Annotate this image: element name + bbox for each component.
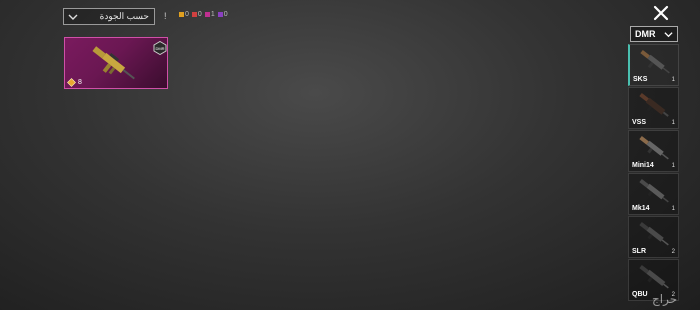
weapon-list-item[interactable]: Mk14 1: [628, 173, 679, 215]
weapon-count: 1: [671, 120, 675, 126]
dmr-rifle-icon: [639, 92, 669, 117]
close-icon[interactable]: [652, 4, 670, 22]
info-mark: !: [164, 11, 167, 21]
weapon-name: SLR: [632, 248, 646, 255]
weapon-count: 1: [671, 163, 675, 169]
weapon-count: 1: [671, 206, 675, 212]
category-dropdown[interactable]: DMR: [630, 26, 678, 42]
sort-dropdown[interactable]: حسب الجودة: [63, 8, 155, 25]
weapon-count: 1: [671, 77, 675, 83]
watermark: حراج: [652, 292, 678, 306]
weapon-list-item[interactable]: SKS 1: [628, 44, 679, 86]
dmr-rifle-icon: [639, 221, 669, 246]
badge-label: DMR: [155, 46, 164, 51]
weapon-skin-card[interactable]: DMR 8: [64, 37, 168, 89]
tier-value: 8: [78, 79, 82, 86]
rarity-count: 1: [210, 11, 215, 18]
weapon-list-item[interactable]: SLR 2: [628, 216, 679, 258]
weapon-count: 2: [671, 249, 675, 255]
weapon-name: QBU: [632, 291, 648, 298]
weapon-list: SKS 1 VSS 1 Mini14 1 Mk14 1 SLR 2 QBU 2: [628, 44, 679, 302]
chevron-down-icon: [664, 31, 673, 37]
diamond-icon: [67, 78, 76, 87]
category-label: DMR: [635, 29, 656, 39]
rarity-swatch: [191, 12, 197, 17]
sort-label: حسب الجودة: [99, 11, 149, 21]
rifle-icon: [92, 46, 135, 80]
dmr-rifle-icon: [639, 135, 669, 160]
rarity-counter: 0: [217, 11, 228, 18]
rarity-swatch: [217, 12, 223, 17]
weapon-list-item[interactable]: Mini14 1: [628, 130, 679, 172]
weapon-class-badge-icon: DMR: [153, 41, 167, 55]
rarity-swatch: [179, 12, 184, 17]
dmr-rifle-icon: [639, 264, 669, 289]
weapon-name: Mini14: [632, 162, 654, 169]
tier-indicator: 8: [67, 78, 82, 87]
rarity-counter: 1: [204, 11, 215, 18]
rarity-counter: 0: [179, 11, 189, 18]
weapon-name: Mk14: [632, 205, 650, 212]
rarity-count: 0: [185, 11, 189, 18]
dmr-rifle-icon: [639, 178, 669, 203]
weapon-name: SKS: [633, 76, 648, 83]
rarity-counters: 0 0 1 0: [179, 11, 228, 18]
chevron-down-icon: [68, 14, 78, 20]
weapon-name: VSS: [632, 119, 647, 126]
rarity-counter: 0: [191, 11, 202, 18]
dmr-rifle-icon: [640, 49, 670, 74]
rarity-count: 0: [197, 11, 202, 18]
weapon-list-item[interactable]: VSS 1: [628, 87, 679, 129]
rarity-swatch: [204, 12, 210, 17]
rarity-count: 0: [223, 11, 228, 18]
